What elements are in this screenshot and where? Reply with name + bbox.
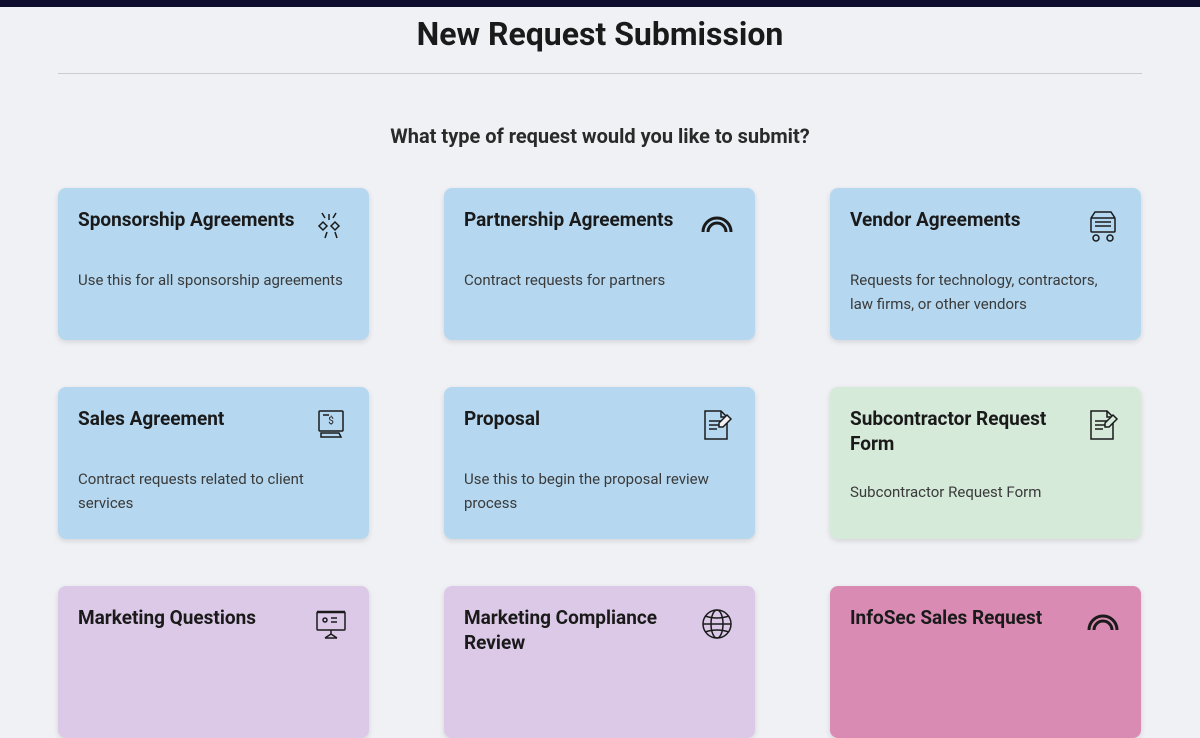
card-sales-agreement[interactable]: Sales Agreement $ Contract requests rela… (58, 387, 369, 539)
card-infosec-sales[interactable]: InfoSec Sales Request (830, 586, 1141, 738)
page-title: New Request Submission (0, 15, 1200, 53)
card-marketing-questions[interactable]: Marketing Questions (58, 586, 369, 738)
divider (58, 73, 1142, 74)
card-sponsorship-agreements[interactable]: Sponsorship Agreements Use this for all … (58, 188, 369, 340)
arc-icon (699, 208, 735, 244)
request-type-grid: Sponsorship Agreements Use this for all … (0, 188, 1200, 738)
card-desc: Contract requests related to client serv… (78, 467, 349, 515)
invoice-icon: $ (313, 407, 349, 443)
card-desc: Use this for all sponsorship agreements (78, 268, 349, 292)
card-title: InfoSec Sales Request (850, 606, 1085, 631)
cart-icon (1085, 208, 1121, 244)
card-title: Sales Agreement (78, 407, 313, 432)
doc-edit-icon (699, 407, 735, 443)
card-title: Proposal (464, 407, 699, 432)
presentation-icon (313, 606, 349, 642)
hands-clap-icon (313, 208, 349, 244)
globe-icon (699, 606, 735, 642)
card-partnership-agreements[interactable]: Partnership Agreements Contract requests… (444, 188, 755, 340)
doc-edit-icon (1085, 407, 1121, 443)
card-subcontractor-request[interactable]: Subcontractor Request Form Subcontractor… (830, 387, 1141, 539)
card-vendor-agreements[interactable]: Vendor Agreements Requests for technolog… (830, 188, 1141, 340)
card-desc: Requests for technology, contractors, la… (850, 268, 1121, 316)
card-title: Sponsorship Agreements (78, 208, 313, 233)
card-title: Subcontractor Request Form (850, 407, 1085, 456)
card-desc: Use this to begin the proposal review pr… (464, 467, 735, 515)
card-title: Partnership Agreements (464, 208, 699, 233)
card-proposal[interactable]: Proposal Use this to begin the proposal … (444, 387, 755, 539)
subtitle: What type of request would you like to s… (0, 124, 1200, 148)
card-desc: Subcontractor Request Form (850, 480, 1121, 504)
card-desc: Contract requests for partners (464, 268, 735, 292)
card-title: Marketing Questions (78, 606, 313, 631)
card-marketing-compliance[interactable]: Marketing Compliance Review (444, 586, 755, 738)
card-title: Marketing Compliance Review (464, 606, 699, 655)
top-bar (0, 0, 1200, 7)
arc-icon (1085, 606, 1121, 642)
svg-text:$: $ (328, 414, 334, 427)
card-title: Vendor Agreements (850, 208, 1085, 233)
